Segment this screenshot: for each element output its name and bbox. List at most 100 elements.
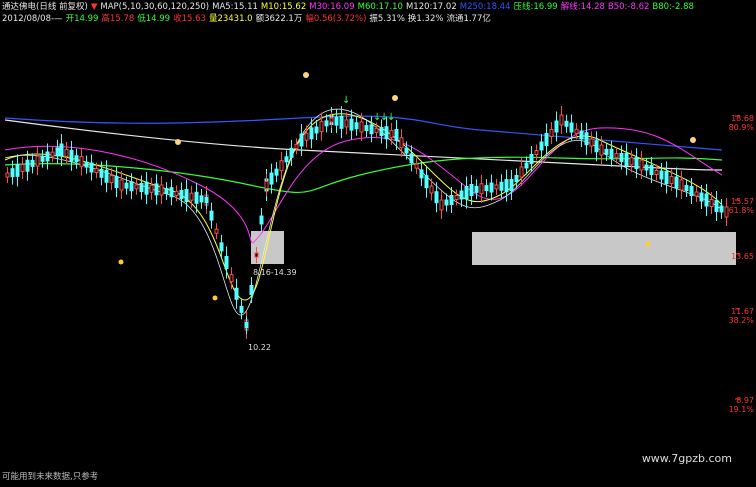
candle-body	[674, 176, 679, 189]
candle-body	[84, 161, 89, 168]
candle-body	[349, 118, 354, 131]
candle-body	[699, 192, 704, 202]
candle-body	[274, 168, 279, 176]
candle-body	[204, 197, 209, 203]
candle-body	[509, 179, 514, 191]
candle-body	[45, 151, 50, 162]
candle-body	[439, 199, 444, 211]
candle-body	[484, 185, 489, 192]
kline-chart[interactable]: ↓↓↓↓ 8.16-14.39 10.22	[0, 0, 756, 487]
candle-body	[594, 140, 599, 153]
candle-body	[719, 205, 724, 213]
candle-body	[384, 126, 389, 140]
candle-body	[234, 287, 239, 300]
candle-body	[114, 176, 119, 189]
candle-body	[149, 184, 154, 193]
candle-body	[539, 141, 544, 151]
price-axis-label: 15.57 61.8%	[729, 197, 754, 215]
candle-body	[169, 187, 174, 198]
axis-price: 15.57	[731, 197, 754, 206]
peak-marker-icon	[690, 137, 696, 143]
candle-body	[74, 155, 79, 163]
candle-body	[549, 129, 554, 137]
candle-body	[139, 183, 144, 192]
candle-body	[109, 175, 114, 184]
candle-body	[259, 215, 264, 225]
candle-body	[629, 157, 634, 166]
candle-body	[254, 252, 259, 258]
candle-body	[669, 176, 674, 184]
candle-body	[25, 159, 30, 172]
candle-body	[264, 181, 269, 189]
candle-body	[404, 147, 409, 154]
candle-body	[159, 184, 164, 196]
candle-body	[689, 186, 694, 196]
candle-body	[649, 165, 654, 175]
candle-body	[454, 195, 459, 200]
candle-body	[184, 189, 189, 203]
candle-body	[339, 115, 344, 129]
candle-body	[304, 132, 309, 141]
candle-body	[294, 143, 299, 149]
candle-body	[324, 120, 329, 127]
candle-body	[50, 151, 55, 157]
signal-dot-icon	[118, 259, 124, 265]
candle-body	[534, 150, 539, 155]
candle-body	[224, 256, 229, 269]
candle-body	[389, 129, 394, 138]
candle-body	[249, 285, 254, 295]
candle-body	[459, 190, 464, 200]
candle-body	[659, 170, 664, 180]
candle-body	[599, 144, 604, 156]
candle-body	[444, 199, 449, 206]
candle-body	[714, 200, 719, 212]
low-price-label: 10.22	[248, 343, 271, 352]
candle-body	[10, 168, 15, 178]
candle-body	[619, 153, 624, 162]
highlight-zone-right	[472, 232, 736, 265]
candle-body	[414, 163, 419, 169]
candle-body	[194, 191, 199, 204]
price-axis-label: 8.97 19.1%	[729, 396, 754, 414]
candle-body	[554, 120, 559, 133]
candle-body	[179, 189, 184, 199]
candle-body	[579, 130, 584, 140]
candle-body	[419, 169, 424, 179]
buy-arrow-icon: ↓	[342, 95, 350, 106]
axis-pct: 19.1%	[728, 405, 754, 414]
candle-body	[69, 149, 74, 162]
candle-body	[144, 181, 149, 195]
candle-body	[604, 148, 609, 155]
candle-body	[574, 128, 579, 134]
candle-body	[30, 159, 35, 167]
candle-body	[314, 126, 319, 134]
candle-body	[244, 322, 249, 328]
candle-body	[129, 181, 134, 192]
candle-body	[399, 137, 404, 149]
candle-body	[564, 120, 569, 127]
candle-body	[99, 168, 104, 178]
axis-price: 11.67	[731, 307, 754, 316]
ma5-line	[4, 108, 723, 316]
candle-body	[59, 143, 64, 157]
candle-body	[559, 114, 564, 126]
candle-body	[79, 156, 84, 168]
candle-body	[214, 228, 219, 234]
axis-price: 8.97	[736, 396, 754, 405]
candle-body	[479, 183, 484, 195]
candle-body	[529, 154, 534, 164]
price-axis-label: 18.68 80.9%	[729, 114, 754, 132]
candle-body	[464, 186, 469, 199]
candle-body	[609, 148, 614, 159]
peak-marker-icon	[303, 72, 309, 78]
candle-body	[434, 191, 439, 204]
ma30-line	[4, 127, 723, 244]
candle-body	[319, 121, 324, 133]
candle-body	[644, 164, 649, 171]
candle-body	[519, 166, 524, 178]
candle-body	[354, 122, 359, 130]
candle-body	[5, 172, 10, 178]
footer-disclaimer: 可能用到未来数据,只参考	[2, 472, 99, 482]
candle-body	[524, 162, 529, 169]
candle-body	[684, 185, 689, 191]
